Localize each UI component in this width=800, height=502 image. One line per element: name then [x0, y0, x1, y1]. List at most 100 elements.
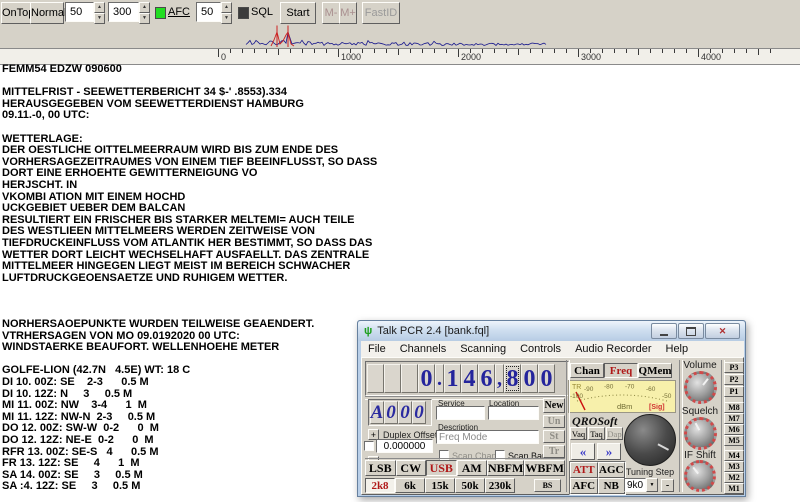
ontop-button[interactable]: OnTop: [1, 2, 34, 24]
nb-button[interactable]: NB: [597, 478, 625, 494]
freq-digit-cell[interactable]: .: [435, 364, 444, 393]
m3-button[interactable]: M3: [724, 461, 744, 472]
tab-freq[interactable]: Freq: [604, 363, 638, 378]
mode-button-lsb[interactable]: LSB: [365, 460, 396, 476]
tuning-step-dropdown-icon[interactable]: ▼: [646, 478, 658, 492]
filter-button-15k[interactable]: 15k: [425, 478, 455, 493]
scan-down-button[interactable]: «: [571, 443, 595, 460]
freq-digit-cell[interactable]: 8: [504, 364, 521, 393]
tab-chan[interactable]: Chan: [570, 363, 604, 378]
ruler-tick: [698, 49, 699, 57]
spin-down-icon[interactable]: ▼: [94, 13, 105, 24]
filter-button-6k[interactable]: 6k: [395, 478, 425, 493]
filter-button-230k[interactable]: 230k: [485, 478, 515, 493]
spectrum-display[interactable]: [0, 25, 800, 48]
shift-spinner[interactable]: 300 ▲ ▼: [108, 2, 150, 24]
sql-label[interactable]: SQL: [251, 6, 273, 18]
mode-button-cw[interactable]: CW: [395, 460, 426, 476]
menu-help[interactable]: Help: [659, 343, 696, 355]
freq-digit-cell[interactable]: 0: [521, 364, 538, 393]
service-field[interactable]: [436, 406, 485, 420]
freq-digit-cell[interactable]: 1: [444, 364, 461, 393]
un-button[interactable]: Un: [543, 415, 565, 428]
start-button[interactable]: Start: [280, 2, 316, 24]
freq-digit-cell[interactable]: 0: [538, 364, 555, 393]
vaq-button[interactable]: Vaq: [570, 427, 587, 440]
mark-frequency-spinner[interactable]: 50 ▲ ▼: [65, 2, 105, 24]
freq-digit-cell[interactable]: ,: [495, 364, 504, 393]
menu-file[interactable]: File: [361, 343, 393, 355]
mode-button-wbfm[interactable]: WBFM: [524, 460, 565, 476]
m5-button[interactable]: M5: [724, 435, 744, 446]
decoded-text-area[interactable]: FEMM54 EDZW 090600 MITTELFRIST - SEEWETT…: [2, 63, 377, 493]
mode-button-usb[interactable]: USB: [426, 460, 457, 476]
maximize-button[interactable]: [678, 323, 704, 339]
filter-button-2k8[interactable]: 2k8: [365, 478, 395, 493]
m4-button[interactable]: M4: [724, 450, 744, 461]
tuning-step-value[interactable]: 9k0: [624, 478, 646, 492]
fastid-button[interactable]: FastID: [362, 2, 400, 24]
freq-digit-cell[interactable]: [367, 364, 384, 393]
squelch-level-value[interactable]: 50: [196, 2, 221, 22]
ruler-tick: [302, 49, 303, 53]
new-button[interactable]: New: [543, 398, 565, 413]
freq-digit-cell[interactable]: [401, 364, 418, 393]
pcr-titlebar[interactable]: ψ Talk PCR 2.4 [bank.fql] ✕: [358, 321, 745, 341]
freq-digit-cell[interactable]: 6: [478, 364, 495, 393]
if-shift-knob[interactable]: [684, 460, 716, 492]
tab-qmem[interactable]: QMem: [638, 363, 672, 378]
frequency-display[interactable]: 0.146,800: [365, 361, 569, 396]
tr-button[interactable]: Tr: [543, 445, 565, 458]
att-button[interactable]: ATT: [570, 462, 598, 478]
tuning-knob[interactable]: [624, 414, 676, 466]
tuning-step-minus-button[interactable]: -: [661, 479, 674, 492]
ruler-tick: [530, 49, 531, 53]
p2-button[interactable]: P2: [724, 374, 744, 385]
taq-button[interactable]: Taq: [588, 427, 605, 440]
ruler-tick: [758, 49, 759, 55]
duplex-offset-field[interactable]: 0.000000: [376, 439, 433, 453]
agc-button[interactable]: AGC: [597, 462, 625, 478]
volume-knob[interactable]: [684, 371, 717, 404]
squelch-level-spinner[interactable]: 50 ▲ ▼: [196, 2, 232, 24]
menu-scanning[interactable]: Scanning: [453, 343, 513, 355]
m1-button[interactable]: M1: [724, 483, 744, 494]
spin-down-icon[interactable]: ▼: [221, 13, 232, 24]
menu-channels[interactable]: Channels: [393, 343, 453, 355]
mode-button-nbfm[interactable]: NBFM: [487, 460, 525, 476]
minimize-button[interactable]: [651, 323, 677, 339]
m8-button[interactable]: M8: [724, 402, 744, 413]
bs-button[interactable]: BS: [534, 479, 561, 492]
dap-button[interactable]: Dap: [606, 427, 623, 440]
spin-up-icon[interactable]: ▲: [94, 2, 105, 13]
freq-digit-cell[interactable]: 4: [461, 364, 478, 393]
duplex-checkbox[interactable]: [364, 441, 374, 451]
memory-plus-button[interactable]: M+: [339, 2, 357, 24]
squelch-knob[interactable]: [684, 417, 717, 450]
menu-controls[interactable]: Controls: [513, 343, 568, 355]
freq-digit-cell[interactable]: [384, 364, 401, 393]
afc-button[interactable]: AFC: [570, 478, 598, 494]
m7-button[interactable]: M7: [724, 413, 744, 424]
location-field[interactable]: [488, 406, 539, 420]
memory-minus-button[interactable]: M-: [322, 2, 340, 24]
close-button[interactable]: ✕: [705, 323, 740, 339]
st-button[interactable]: St: [543, 430, 565, 443]
mark-frequency-value[interactable]: 50: [65, 2, 94, 22]
normal-button[interactable]: Normal: [30, 2, 66, 24]
shift-value[interactable]: 300: [108, 2, 139, 22]
mode-button-am[interactable]: AM: [456, 460, 487, 476]
spin-up-icon[interactable]: ▲: [221, 2, 232, 13]
m2-button[interactable]: M2: [724, 472, 744, 483]
p3-button[interactable]: P3: [724, 362, 744, 373]
memory-digit-cell: A: [370, 401, 384, 424]
menu-audio-recorder[interactable]: Audio Recorder: [568, 343, 658, 355]
spin-down-icon[interactable]: ▼: [139, 13, 150, 24]
spin-up-icon[interactable]: ▲: [139, 2, 150, 13]
freq-digit-cell[interactable]: 0: [418, 364, 435, 393]
afc-label[interactable]: AFC: [168, 6, 190, 18]
filter-button-50k[interactable]: 50k: [455, 478, 485, 493]
description-field[interactable]: Freq Mode: [436, 430, 539, 444]
m6-button[interactable]: M6: [724, 424, 744, 435]
p1-button[interactable]: P1: [724, 386, 744, 397]
